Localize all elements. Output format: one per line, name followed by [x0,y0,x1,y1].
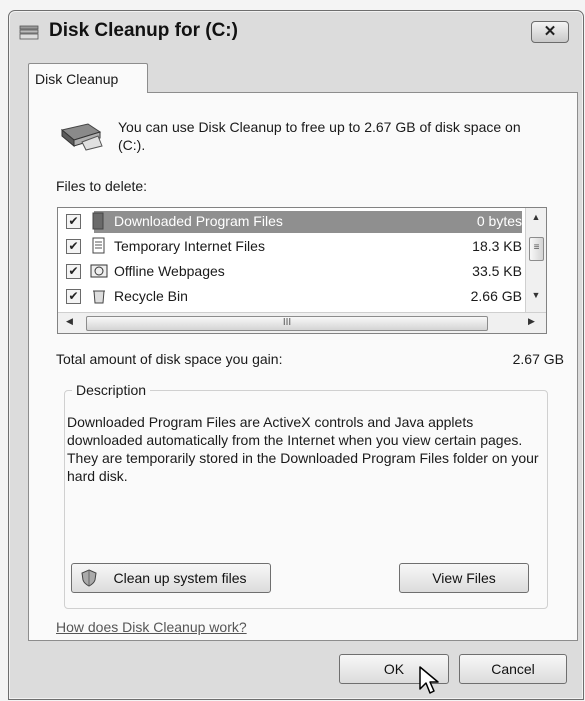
ok-label: OK [383,661,405,677]
disk-cleanup-window: Disk Cleanup for (C:) ✕ Disk Cleanup You… [8,10,584,700]
cancel-label: Cancel [491,661,535,677]
list-item[interactable]: ✔ Temporary Internet Files 18.3 KB [58,235,528,259]
scroll-down-arrow-icon[interactable]: ▼ [526,290,546,300]
drive-icon [19,25,39,40]
recycle-bin-icon [93,290,105,304]
item-size: 2.66 GB [470,288,522,304]
clean-up-system-files-button[interactable]: Clean up system files [71,563,271,593]
view-files-label: View Files [432,570,496,586]
tab-disk-cleanup[interactable]: Disk Cleanup [28,63,148,93]
disk-cleanup-icon [60,123,103,151]
window-title: Disk Cleanup for (C:) [49,20,238,41]
item-size: 0 bytes [476,213,522,229]
webpage-icon [90,264,108,278]
horizontal-scrollbar[interactable]: ◀ III ▶ [58,312,546,333]
checkbox[interactable]: ✔ [66,264,81,279]
clean-up-system-files-label: Clean up system files [113,570,247,586]
item-name: Downloaded Program Files [114,213,283,229]
checkbox[interactable]: ✔ [66,289,81,304]
close-button[interactable]: ✕ [531,21,569,43]
vertical-scrollbar[interactable]: ▲ ≡ ▼ [525,208,546,313]
list-item[interactable]: ✔ Downloaded Program Files 0 bytes [58,210,528,234]
description-text: Downloaded Program Files are ActiveX con… [67,414,539,484]
horizontal-scroll-thumb[interactable]: III [86,316,488,331]
cancel-button[interactable]: Cancel [459,654,567,684]
checkbox[interactable]: ✔ [66,214,81,229]
checkbox[interactable]: ✔ [66,239,81,254]
total-space-label: Total amount of disk space you gain: [56,351,283,367]
list-item[interactable]: ✔ Offline Webpages 33.5 KB [58,260,528,284]
item-name: Recycle Bin [114,288,188,304]
files-to-delete-label: Files to delete: [56,178,148,194]
shield-icon [81,569,97,587]
view-files-button[interactable]: View Files [399,563,529,593]
intro-text: You can use Disk Cleanup to free up to 2… [118,119,521,153]
vertical-scroll-thumb[interactable]: ≡ [529,237,544,261]
help-link[interactable]: How does Disk Cleanup work? [56,619,247,635]
scroll-up-arrow-icon[interactable]: ▲ [526,212,546,222]
total-space-value: 2.67 GB [512,351,564,367]
item-size: 18.3 KB [472,238,522,254]
scroll-right-arrow-icon[interactable]: ▶ [528,316,535,327]
list-item[interactable]: ✔ Recycle Bin 2.66 GB [58,285,528,309]
item-name: Temporary Internet Files [114,238,265,254]
item-size: 33.5 KB [472,263,522,279]
document-icon [92,237,105,254]
item-name: Offline Webpages [114,263,225,279]
mouse-pointer-icon [419,666,439,694]
description-title: Description [72,382,151,398]
close-icon: ✕ [543,23,557,40]
tab-panel: You can use Disk Cleanup to free up to 2… [28,92,578,641]
files-list[interactable]: ✔ Downloaded Program Files 0 bytes ✔ Tem… [57,207,547,334]
title-bar[interactable]: Disk Cleanup for (C:) ✕ [9,11,583,49]
folder-icon [92,212,104,230]
scroll-left-arrow-icon[interactable]: ◀ [66,316,73,327]
